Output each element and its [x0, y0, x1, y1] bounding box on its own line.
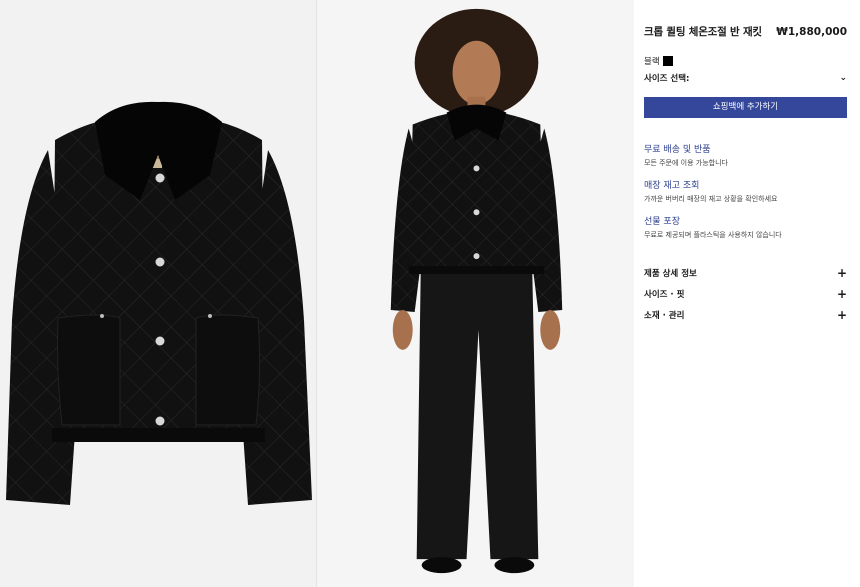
size-label: 사이즈 선택: — [644, 74, 690, 84]
service-desc: 무료로 제공되며 플라스틱을 사용하지 않습니다 — [644, 231, 782, 239]
service-title[interactable]: 무료 배송 및 반품 — [644, 142, 847, 155]
title-row: 크롭 퀼팅 체온조절 반 재킷 ₩1,880,000 — [644, 24, 847, 39]
product-info-panel: 크롭 퀼팅 체온조절 반 재킷 ₩1,880,000 블랙 사이즈 선택: ⌄ … — [634, 0, 860, 587]
plus-icon[interactable]: + — [837, 267, 847, 279]
service-list: 무료 배송 및 반품 모든 주문에 이용 가능합니다 매장 재고 조회 가까운 … — [644, 142, 847, 240]
service-desc: 가까운 버버리 매장의 재고 상황을 확인하세요 — [644, 195, 778, 203]
plus-icon[interactable]: + — [837, 309, 847, 321]
accordion-material-care[interactable]: 소재 · 관리 + — [644, 304, 847, 325]
accordion-size-fit[interactable]: 사이즈 · 핏 + — [644, 283, 847, 304]
product-gallery — [0, 0, 634, 587]
chevron-down-icon[interactable]: ⌄ — [839, 73, 847, 83]
product-title: 크롭 퀼팅 체온조절 반 재킷 — [644, 26, 762, 38]
color-selector[interactable]: 블랙 — [644, 55, 847, 67]
color-label: 블랙 — [644, 57, 660, 67]
plus-icon[interactable]: + — [837, 288, 847, 300]
jacket-illustration — [0, 0, 316, 587]
service-title[interactable]: 선물 포장 — [644, 214, 847, 227]
service-desc: 모든 주문에 이용 가능합니다 — [644, 159, 728, 167]
accordion-product-details[interactable]: 제품 상세 정보 + — [644, 262, 847, 283]
product-price: ₩1,880,000 — [776, 26, 847, 38]
service-free-shipping[interactable]: 무료 배송 및 반품 모든 주문에 이용 가능합니다 — [644, 142, 847, 168]
service-gift-wrap[interactable]: 선물 포장 무료로 제공되며 플라스틱을 사용하지 않습니다 — [644, 214, 847, 240]
accordion-label: 제품 상세 정보 — [644, 268, 697, 279]
product-image-model[interactable] — [316, 0, 634, 587]
accordion: 제품 상세 정보 + 사이즈 · 핏 + 소재 · 관리 + — [644, 262, 847, 325]
service-store-stock[interactable]: 매장 재고 조회 가까운 버버리 매장의 재고 상황을 확인하세요 — [644, 178, 847, 204]
model-illustration — [317, 0, 634, 587]
add-to-bag-button[interactable]: 쇼핑백에 추가하기 — [644, 97, 847, 118]
color-swatch-black[interactable] — [662, 56, 673, 66]
product-image-flatlay[interactable] — [0, 0, 316, 587]
accordion-label: 소재 · 관리 — [644, 310, 685, 321]
service-title[interactable]: 매장 재고 조회 — [644, 178, 847, 191]
accordion-label: 사이즈 · 핏 — [644, 289, 685, 300]
size-dropdown[interactable]: 사이즈 선택: ⌄ — [644, 72, 847, 84]
